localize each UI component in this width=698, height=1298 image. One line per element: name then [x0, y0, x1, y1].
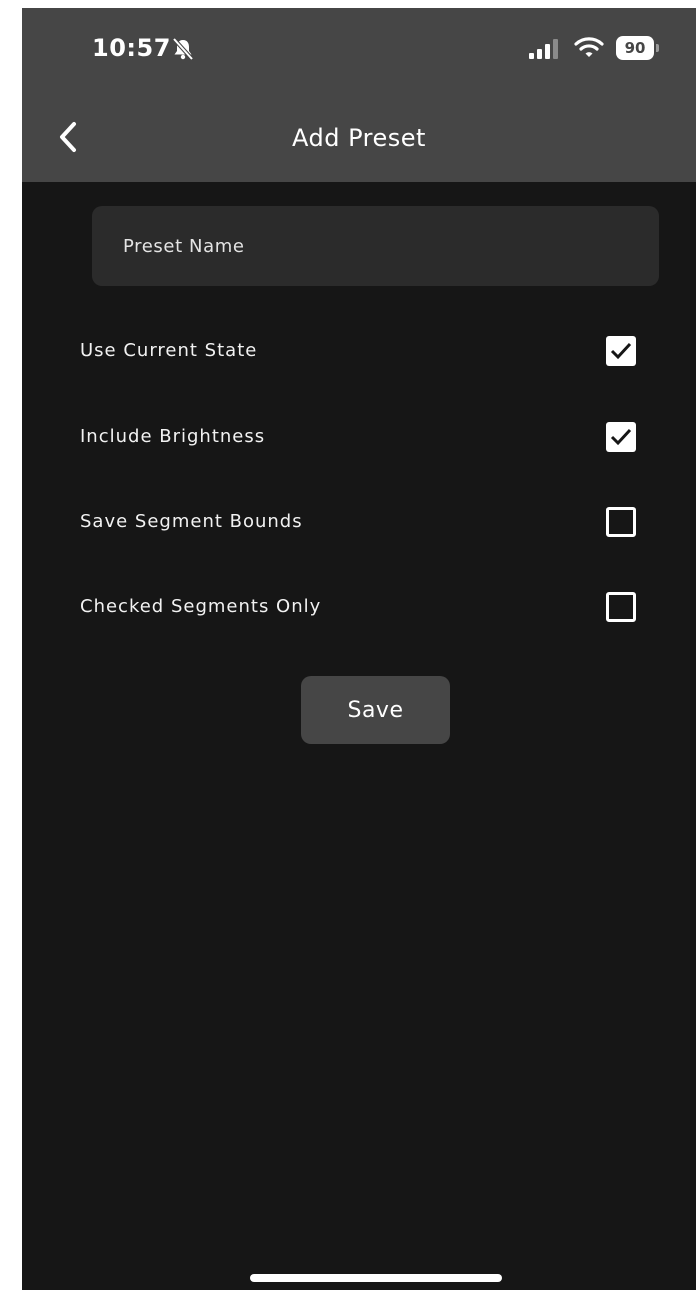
include-brightness-checkbox[interactable] [606, 422, 636, 452]
option-label: Checked Segments Only [80, 596, 322, 617]
option-include-brightness[interactable]: Include Brightness [80, 418, 640, 458]
option-checked-segments-only[interactable]: Checked Segments Only [80, 588, 640, 628]
home-indicator[interactable] [250, 1274, 502, 1282]
battery-tip [656, 44, 659, 52]
checkmark-icon [610, 428, 632, 446]
preset-name-input[interactable] [92, 206, 659, 286]
save-segment-bounds-checkbox[interactable] [606, 507, 636, 537]
page-title: Add Preset [292, 124, 426, 152]
wifi-icon [574, 37, 604, 57]
app-screen: 10:57 90 Add Preset Preset Name Use Curr… [22, 8, 696, 1290]
checkmark-icon [610, 342, 632, 360]
battery-icon: 90 [616, 36, 660, 60]
option-label: Include Brightness [80, 426, 266, 447]
option-save-segment-bounds[interactable]: Save Segment Bounds [80, 503, 640, 543]
option-label: Use Current State [80, 340, 258, 361]
save-button[interactable]: Save [301, 676, 450, 744]
bell-slash-icon [172, 37, 194, 61]
app-bar: 10:57 90 Add Preset [22, 8, 696, 182]
use-current-state-checkbox[interactable] [606, 336, 636, 366]
cellular-signal-icon [529, 39, 558, 59]
battery-level: 90 [616, 36, 654, 60]
status-time: 10:57 [92, 34, 171, 62]
option-label: Save Segment Bounds [80, 511, 303, 532]
checked-segments-only-checkbox[interactable] [606, 592, 636, 622]
option-use-current-state[interactable]: Use Current State [80, 332, 640, 372]
